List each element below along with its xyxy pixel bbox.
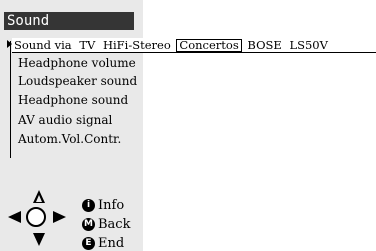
- menu-item-headphone-volume[interactable]: Headphone volume: [18, 56, 136, 71]
- info-key-icon: i: [82, 199, 95, 212]
- option-hifi-stereo[interactable]: HiFi-Stereo: [101, 38, 173, 53]
- menu-tree-line: [10, 41, 11, 158]
- arrow-right-icon: [53, 211, 66, 223]
- tv-osd-screen: Sound Headphone volume Loudspeaker sound…: [0, 0, 376, 251]
- end-label: End: [98, 235, 125, 251]
- arrow-up-inner: [36, 195, 42, 202]
- option-tv[interactable]: TV: [77, 38, 97, 53]
- navigation-pad: [8, 188, 70, 248]
- ok-circle-icon: [26, 207, 46, 227]
- option-concertos-selected[interactable]: Concertos: [176, 39, 242, 52]
- menu-item-av-audio-signal[interactable]: AV audio signal: [18, 113, 112, 128]
- option-bose[interactable]: BOSE: [245, 38, 283, 53]
- menu-item-autom-vol-contr[interactable]: Autom.Vol.Contr.: [18, 132, 121, 147]
- menu-key-icon: M: [82, 218, 95, 231]
- info-label: Info: [98, 197, 125, 213]
- option-ls50v[interactable]: LS50V: [287, 38, 329, 53]
- help-back: M Back: [82, 214, 131, 232]
- end-key-icon: E: [82, 237, 95, 250]
- help-end: E End: [82, 233, 125, 251]
- back-label: Back: [98, 216, 131, 232]
- arrow-down-icon: [33, 233, 45, 246]
- menu-item-headphone-sound[interactable]: Headphone sound: [18, 93, 128, 108]
- sound-via-label: Sound via: [14, 38, 72, 52]
- menu-item-loudspeaker-sound[interactable]: Loudspeaker sound: [18, 74, 137, 89]
- menu-title: Sound: [4, 12, 134, 30]
- help-info: i Info: [82, 195, 125, 213]
- arrow-left-icon: [8, 211, 21, 223]
- sound-via-row[interactable]: Sound via TV HiFi-Stereo Concertos BOSE …: [12, 38, 376, 53]
